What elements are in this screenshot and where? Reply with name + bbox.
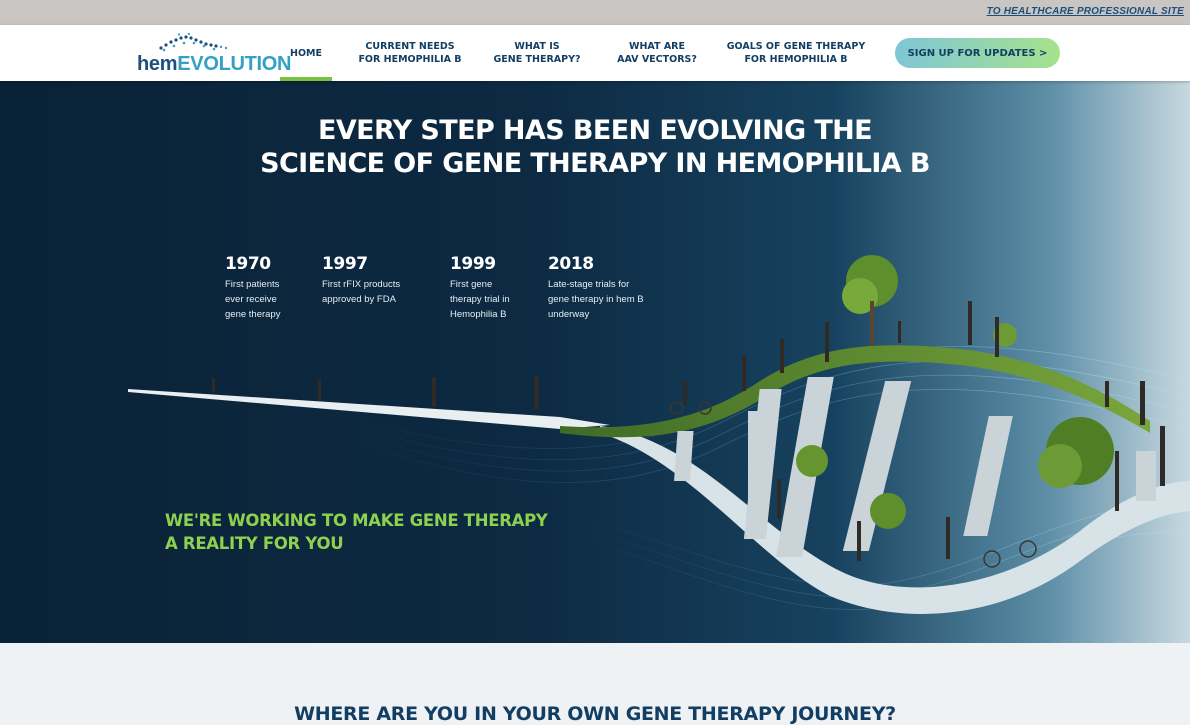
milestone-text: First patients ever receive gene therapy <box>225 279 281 320</box>
nav-current-needs[interactable]: CURRENT NEEDS FOR HEMOPHILIA B <box>355 25 465 81</box>
nav-active-indicator <box>280 77 332 81</box>
hemevolution-logo[interactable]: hemEVOLUTION <box>137 33 292 75</box>
milestone-1970: 1970 First patients ever receive gene th… <box>225 254 280 322</box>
milestone-year: 1970 <box>225 254 271 274</box>
nav-what-are-aav-vectors[interactable]: WHAT ARE AAV VECTORS? <box>608 25 706 81</box>
sign-up-for-updates-button[interactable]: SIGN UP FOR UPDATES > <box>895 38 1060 68</box>
hero-section: EVERY STEP HAS BEEN EVOLVING THE SCIENCE… <box>0 81 1190 643</box>
top-utility-bar: TO HEALTHCARE PROFESSIONAL SITE <box>0 0 1190 25</box>
milestone-year: 2018 <box>548 254 594 274</box>
main-navbar: hemEVOLUTION HOME CURRENT NEEDS FOR HEMO… <box>0 25 1190 81</box>
nav-home[interactable]: HOME <box>280 25 332 81</box>
healthcare-professional-link[interactable]: TO HEALTHCARE PROFESSIONAL SITE <box>987 6 1184 17</box>
milestone-year: 1999 <box>450 254 496 274</box>
hero-tagline: WE'RE WORKING TO MAKE GENE THERAPY A REA… <box>165 511 548 553</box>
logo-dots-icon <box>159 33 228 52</box>
milestone-1999: 1999 First gene therapy trial in Hemophi… <box>450 254 510 322</box>
milestone-text: Late-stage trials for gene therapy in he… <box>548 279 644 320</box>
nav-what-is-gene-therapy[interactable]: WHAT IS GENE THERAPY? <box>485 25 589 81</box>
milestone-1997: 1997 First rFIX products approved by FDA <box>322 254 400 307</box>
milestone-text: First gene therapy trial in Hemophilia B <box>450 279 510 320</box>
milestone-year: 1997 <box>322 254 368 274</box>
milestone-text: First rFIX products approved by FDA <box>322 279 401 305</box>
milestone-2018: 2018 Late-stage trials for gene therapy … <box>548 254 644 322</box>
nav-goals-of-gene-therapy[interactable]: GOALS OF GENE THERAPY FOR HEMOPHILIA B <box>725 25 867 81</box>
journey-section-title: WHERE ARE YOU IN YOUR OWN GENE THERAPY J… <box>294 703 896 725</box>
logo-wordmark: hemEVOLUTION <box>137 53 292 75</box>
hero-title: EVERY STEP HAS BEEN EVOLVING THE SCIENCE… <box>260 115 930 179</box>
